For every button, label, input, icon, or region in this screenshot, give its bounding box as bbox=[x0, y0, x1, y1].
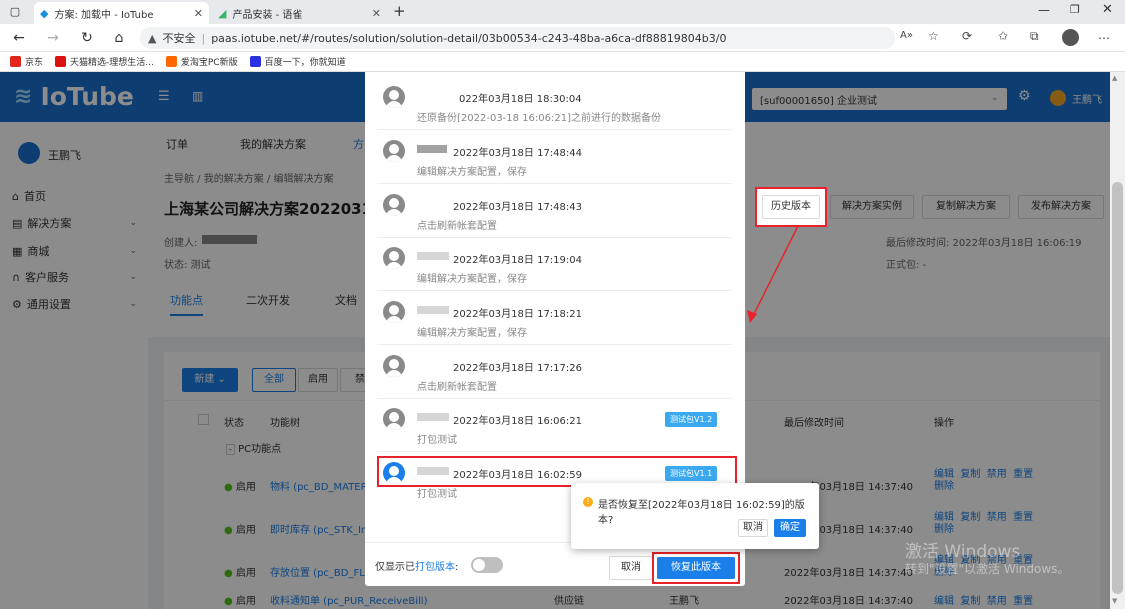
avatar bbox=[383, 301, 405, 323]
iotube-favicon-icon: ◆ bbox=[40, 6, 49, 20]
bookmarks-bar: 京东 天猫精选-理想生活... 爱淘宝PC新版 百度一下，你就知道 bbox=[0, 52, 1125, 72]
favorite-icon[interactable]: ☆ bbox=[928, 29, 939, 43]
bookmark-label: 爱淘宝PC新版 bbox=[180, 58, 238, 68]
history-item[interactable]: 2022年03月18日 17:17:26 点击刷新帐套配置 bbox=[377, 346, 732, 399]
favorites-icon[interactable]: ✩ bbox=[998, 29, 1008, 43]
redacted-name bbox=[417, 413, 449, 421]
minimize-icon[interactable]: — bbox=[1038, 3, 1050, 17]
scrollbar-thumb[interactable] bbox=[1112, 182, 1123, 594]
extensions-icon[interactable]: ⟳ bbox=[962, 29, 972, 43]
scroll-down-icon[interactable]: ▼ bbox=[1112, 597, 1117, 605]
warning-icon: ! bbox=[583, 497, 593, 507]
redacted-name bbox=[417, 145, 447, 153]
only-packaged-label: 仅显示已打包版本: bbox=[375, 558, 458, 573]
baidu-icon bbox=[249, 56, 261, 67]
popconfirm-cancel-button[interactable]: 取消 bbox=[738, 519, 768, 537]
history-desc: 打包测试 bbox=[417, 489, 457, 500]
home-icon[interactable]: ⌂ bbox=[108, 28, 130, 48]
forward-icon[interactable]: → bbox=[42, 28, 64, 48]
only-packaged-suffix: : bbox=[455, 562, 459, 573]
tab-title: 产品安装 - 语雀 bbox=[232, 9, 303, 21]
url-text: paas.iotube.net/#/routes/solution/soluti… bbox=[211, 31, 727, 45]
restore-popconfirm: ! 是否恢复至[2022年03月18日 16:02:59]的版本? 取消 确定 bbox=[571, 483, 819, 549]
windows-activation-watermark: 激活 Windows bbox=[905, 542, 1021, 562]
tab-title: 方案: 加载中 - IoTube bbox=[54, 9, 154, 21]
browser-tab[interactable]: ◢ 产品安装 - 语雀 ✕ bbox=[212, 2, 387, 24]
history-list: 022年03月18日 18:30:04 还原备份[2022-03-18 16:0… bbox=[365, 72, 745, 542]
jd-icon bbox=[10, 56, 21, 67]
collections-icon[interactable]: ⧉ bbox=[1030, 29, 1039, 44]
history-item[interactable]: 2022年03月18日 17:48:43 点击刷新帐套配置 bbox=[377, 185, 732, 238]
package-badge: 测试包V1.2 bbox=[665, 412, 718, 427]
tmall-icon bbox=[55, 56, 67, 67]
read-aloud-icon[interactable]: A» bbox=[900, 30, 913, 41]
bookmark-aitaobao[interactable]: 爱淘宝PC新版 bbox=[165, 55, 238, 68]
url-separator: | bbox=[201, 31, 206, 45]
history-time: 2022年03月18日 17:18:21 bbox=[453, 309, 582, 320]
browser-tab-active[interactable]: ◆ 方案: 加载中 - IoTube ✕ bbox=[34, 2, 209, 24]
restore-version-button[interactable]: 恢复此版本 bbox=[657, 557, 735, 579]
avatar bbox=[383, 355, 405, 377]
only-packaged-link[interactable]: 打包版本 bbox=[415, 562, 455, 573]
bookmark-label: 京东 bbox=[25, 58, 44, 68]
redacted-name bbox=[417, 252, 449, 260]
tab-actions-icon[interactable]: ▢ bbox=[4, 2, 26, 22]
new-tab-button[interactable]: + bbox=[393, 2, 406, 20]
avatar bbox=[383, 408, 405, 430]
more-icon[interactable]: … bbox=[1098, 28, 1110, 42]
popconfirm-ok-button[interactable]: 确定 bbox=[774, 519, 806, 537]
history-item[interactable]: 2022年03月18日 17:48:44 编辑解决方案配置，保存 bbox=[377, 131, 732, 184]
history-time: 2022年03月18日 16:06:21 bbox=[453, 416, 582, 427]
history-time: 022年03月18日 18:30:04 bbox=[459, 94, 582, 105]
history-item[interactable]: 2022年03月18日 16:06:21 打包测试 测试包V1.2 bbox=[377, 399, 732, 452]
history-desc: 编辑解决方案配置，保存 bbox=[417, 274, 527, 285]
bookmark-tmall[interactable]: 天猫精选-理想生活... bbox=[55, 55, 154, 68]
history-desc: 还原备份[2022-03-18 16:06:21]之前进行的数据备份 bbox=[417, 113, 662, 124]
bookmark-baidu[interactable]: 百度一下，你就知道 bbox=[249, 55, 346, 68]
bookmark-label: 天猫精选-理想生活... bbox=[70, 58, 154, 68]
history-time: 2022年03月18日 17:19:04 bbox=[453, 255, 582, 266]
history-item[interactable]: 2022年03月18日 17:19:04 编辑解决方案配置，保存 bbox=[377, 238, 732, 291]
windows-activation-hint: 转到"设置"以激活 Windows。 bbox=[905, 562, 1070, 576]
browser-tabstrip: ▢ ◆ 方案: 加载中 - IoTube ✕ ◢ 产品安装 - 语雀 ✕ + —… bbox=[0, 0, 1125, 24]
aitaobao-icon bbox=[165, 56, 177, 67]
url-bar[interactable]: ▲ 不安全 | paas.iotube.net/#/routes/solutio… bbox=[140, 27, 895, 49]
history-version-button-highlight[interactable]: 历史版本 bbox=[762, 195, 820, 219]
avatar bbox=[383, 247, 405, 269]
history-desc: 点击刷新帐套配置 bbox=[417, 221, 497, 232]
avatar bbox=[383, 86, 405, 108]
history-time: 2022年03月18日 17:17:26 bbox=[453, 363, 582, 374]
history-time: 2022年03月18日 17:48:44 bbox=[453, 148, 582, 159]
address-toolbar: ← → ↻ ⌂ ▲ 不安全 | paas.iotube.net/#/routes… bbox=[0, 24, 1125, 52]
annotation-restore-box: 恢复此版本 bbox=[652, 552, 740, 584]
maximize-icon[interactable]: ❐ bbox=[1070, 3, 1080, 16]
warning-icon: ▲ bbox=[148, 31, 157, 45]
history-desc: 编辑解决方案配置，保存 bbox=[417, 167, 527, 178]
yuque-favicon-icon: ◢ bbox=[218, 6, 227, 20]
history-item[interactable]: 2022年03月18日 17:18:21 编辑解决方案配置，保存 bbox=[377, 292, 732, 345]
history-desc: 打包测试 bbox=[417, 435, 457, 446]
security-label: 不安全 bbox=[162, 32, 196, 45]
scroll-up-icon[interactable]: ▲ bbox=[1112, 74, 1117, 82]
back-icon[interactable]: ← bbox=[8, 28, 30, 48]
bookmark-label: 百度一下，你就知道 bbox=[264, 58, 346, 68]
history-item[interactable]: 022年03月18日 18:30:04 还原备份[2022-03-18 16:0… bbox=[377, 77, 732, 130]
avatar bbox=[383, 140, 405, 162]
redacted-name bbox=[417, 306, 449, 314]
refresh-icon[interactable]: ↻ bbox=[76, 28, 98, 48]
bookmark-jd[interactable]: 京东 bbox=[10, 55, 43, 68]
close-tab-icon[interactable]: ✕ bbox=[194, 7, 203, 20]
history-time: 2022年03月18日 17:48:43 bbox=[453, 202, 582, 213]
annotation-history-box: 历史版本 bbox=[755, 187, 827, 227]
only-packaged-prefix: 仅显示已 bbox=[375, 562, 415, 573]
only-packaged-toggle[interactable] bbox=[471, 557, 503, 573]
modal-cancel-button[interactable]: 取消 bbox=[609, 556, 653, 580]
avatar bbox=[383, 194, 405, 216]
profile-avatar[interactable] bbox=[1062, 29, 1079, 46]
history-desc: 点击刷新帐套配置 bbox=[417, 382, 497, 393]
close-tab-icon[interactable]: ✕ bbox=[372, 7, 381, 20]
history-desc: 编辑解决方案配置，保存 bbox=[417, 328, 527, 339]
close-window-icon[interactable]: ✕ bbox=[1102, 2, 1113, 17]
annotation-arrow bbox=[747, 225, 799, 323]
